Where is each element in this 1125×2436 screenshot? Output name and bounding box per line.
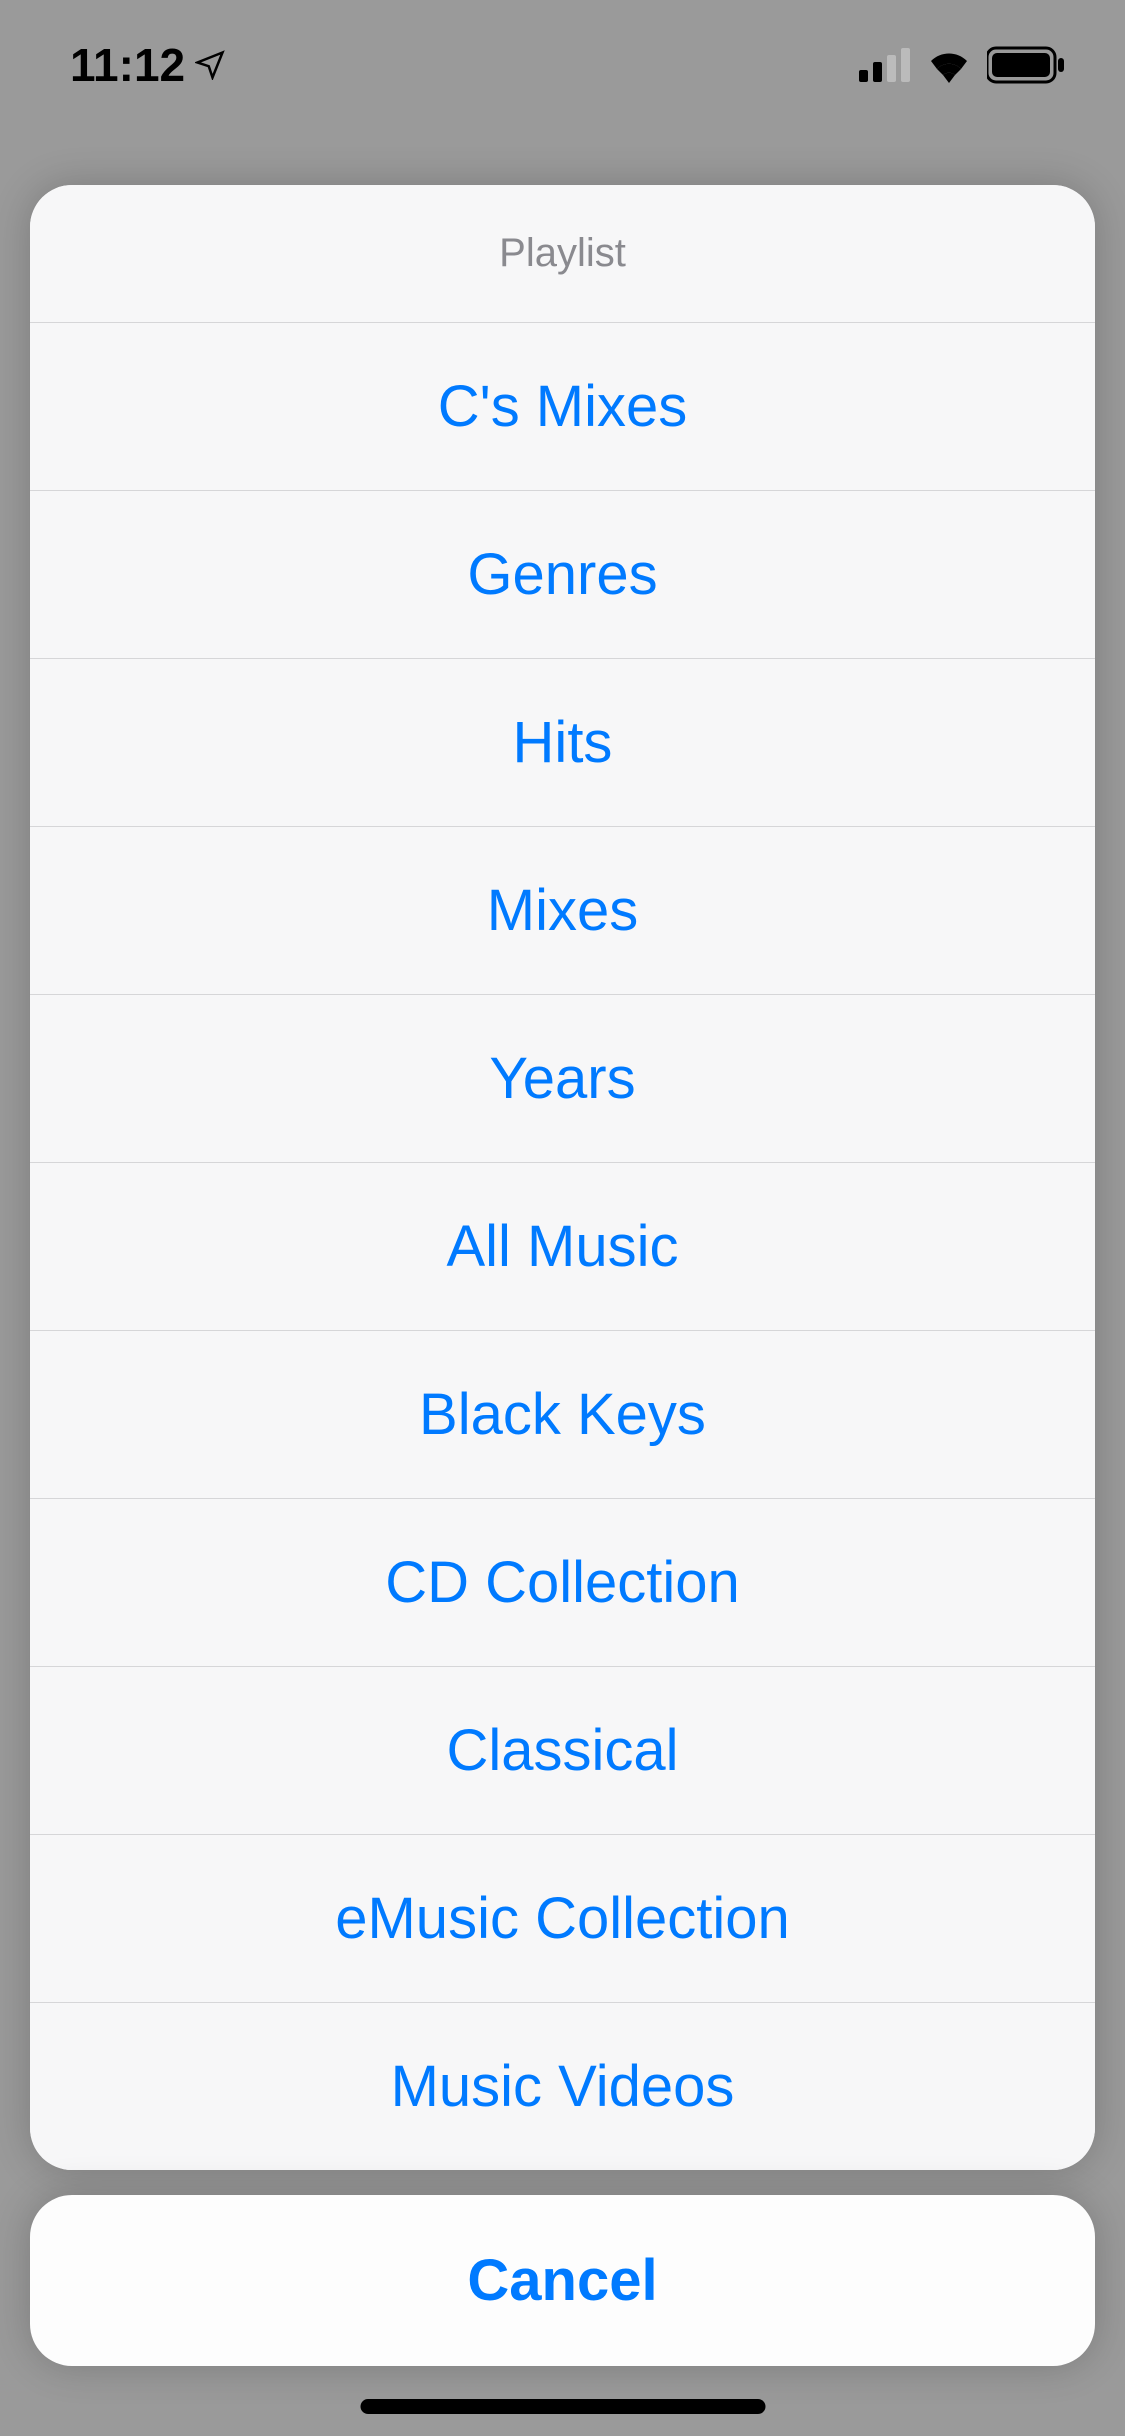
cellular-signal-icon	[859, 48, 911, 82]
battery-icon	[987, 46, 1065, 84]
playlist-item-years[interactable]: Years	[30, 995, 1095, 1163]
playlist-item-mixes[interactable]: Mixes	[30, 827, 1095, 995]
playlist-item-music-videos[interactable]: Music Videos	[30, 2003, 1095, 2170]
playlist-item-all-music[interactable]: All Music	[30, 1163, 1095, 1331]
playlist-item-hits[interactable]: Hits	[30, 659, 1095, 827]
playlist-item-genres[interactable]: Genres	[30, 491, 1095, 659]
sheet-title: Playlist	[30, 185, 1095, 323]
wifi-icon	[925, 47, 973, 83]
playlist-item-black-keys[interactable]: Black Keys	[30, 1331, 1095, 1499]
action-sheet-container: Playlist C's Mixes Genres Hits Mixes Yea…	[30, 185, 1095, 2366]
playlist-item-classical[interactable]: Classical	[30, 1667, 1095, 1835]
home-indicator[interactable]	[360, 2399, 765, 2414]
playlist-item-emusic-collection[interactable]: eMusic Collection	[30, 1835, 1095, 2003]
status-bar: 11:12	[0, 0, 1125, 130]
playlist-item-cs-mixes[interactable]: C's Mixes	[30, 323, 1095, 491]
status-right	[859, 46, 1065, 84]
cancel-button[interactable]: Cancel	[30, 2195, 1095, 2366]
action-sheet: Playlist C's Mixes Genres Hits Mixes Yea…	[30, 185, 1095, 2170]
status-time: 11:12	[70, 38, 185, 92]
location-icon	[195, 50, 225, 80]
playlist-item-cd-collection[interactable]: CD Collection	[30, 1499, 1095, 1667]
status-left: 11:12	[70, 38, 225, 92]
